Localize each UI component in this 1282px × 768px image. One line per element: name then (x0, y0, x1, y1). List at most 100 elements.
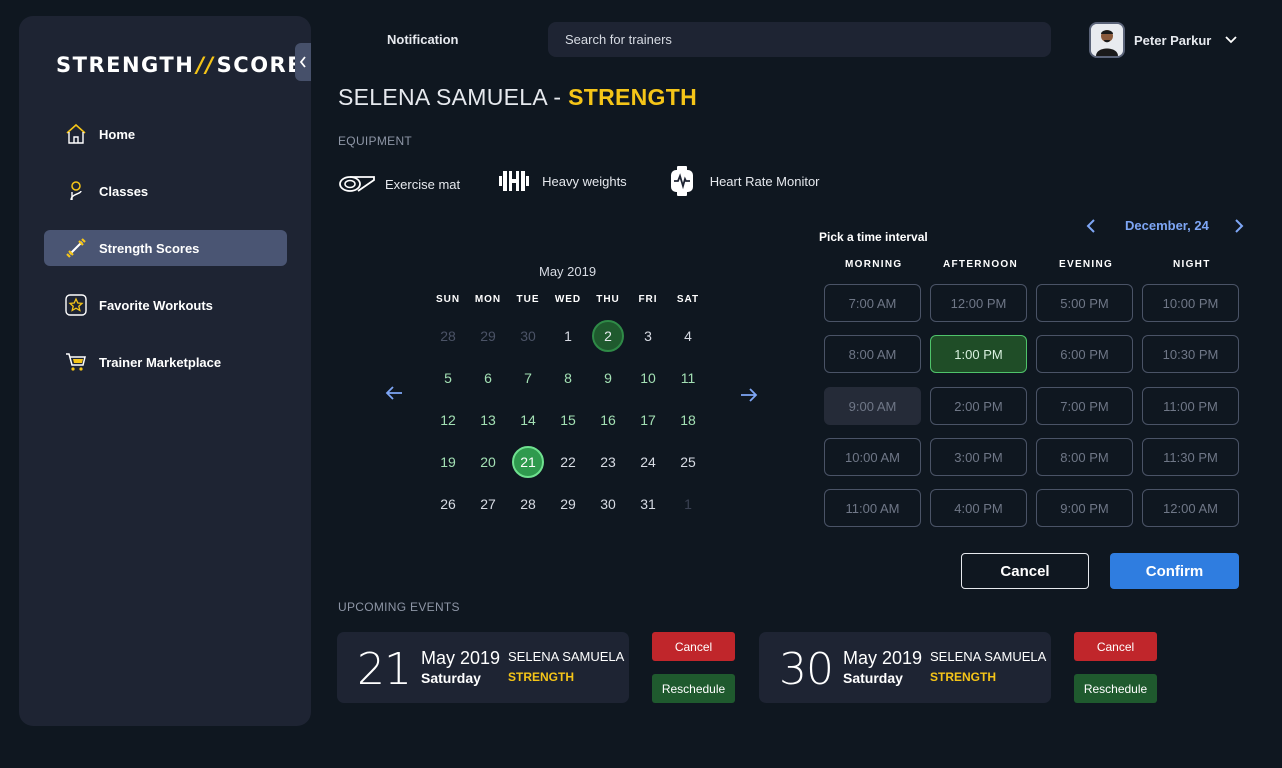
calendar-prev-button[interactable] (383, 382, 405, 404)
cancel-button[interactable]: Cancel (961, 553, 1089, 589)
time-slot[interactable]: 3:00 PM (930, 438, 1027, 476)
equipment-label: Heavy weights (542, 173, 627, 189)
page-title: SELENA SAMUELA - STRENGTH (338, 84, 697, 111)
time-slot[interactable]: 12:00 PM (930, 284, 1027, 322)
calendar-weekday: SUN (435, 294, 461, 305)
calendar-day[interactable]: 26 (428, 483, 468, 525)
time-slot[interactable]: 7:00 AM (824, 284, 921, 322)
event-reschedule-button[interactable]: Reschedule (1074, 674, 1157, 703)
calendar-day[interactable]: 22 (548, 441, 588, 483)
calendar-day[interactable]: 10 (628, 357, 668, 399)
calendar-next-button[interactable] (738, 384, 760, 406)
search-input[interactable] (548, 22, 1051, 57)
calendar-day[interactable]: 8 (548, 357, 588, 399)
time-slot[interactable]: 10:00 AM (824, 438, 921, 476)
time-slot[interactable]: 12:00 AM (1142, 489, 1239, 527)
event-cancel-button[interactable]: Cancel (652, 632, 735, 661)
equipment-label: EQUIPMENT (338, 134, 413, 148)
calendar-day[interactable]: 23 (588, 441, 628, 483)
calendar-day[interactable]: 18 (668, 399, 708, 441)
calendar-day[interactable]: 16 (588, 399, 628, 441)
time-slot[interactable]: 2:00 PM (930, 387, 1027, 425)
calendar-day-number: 17 (640, 412, 656, 428)
calendar-day[interactable]: 15 (548, 399, 588, 441)
equipment-label: Heart Rate Monitor (709, 173, 820, 189)
time-slot[interactable]: 6:00 PM (1036, 335, 1133, 373)
sidebar-item-label: Favorite Workouts (99, 297, 213, 313)
calendar-day-number: 30 (600, 496, 616, 512)
calendar-day[interactable]: 2 (588, 315, 628, 357)
calendar-day-number: 2 (592, 320, 624, 352)
calendar-day[interactable]: 21 (508, 441, 548, 483)
calendar-day: 1 (668, 483, 708, 525)
time-slot[interactable]: 5:00 PM (1036, 284, 1133, 322)
calendar-day[interactable]: 24 (628, 441, 668, 483)
calendar-day[interactable]: 7 (508, 357, 548, 399)
time-slot[interactable]: 11:00 AM (824, 489, 921, 527)
chevron-right-icon[interactable] (1233, 218, 1245, 234)
event-weekday: Saturday (843, 670, 903, 686)
event-reschedule-button[interactable]: Reschedule (652, 674, 735, 703)
user-menu[interactable]: Peter Parkur (1089, 22, 1237, 58)
app-logo[interactable]: STRENGTH//SCORE (56, 53, 303, 77)
user-name: Peter Parkur (1134, 32, 1212, 48)
time-slot[interactable]: 8:00 AM (824, 335, 921, 373)
sidebar-collapse-button[interactable] (295, 43, 311, 81)
calendar-day[interactable]: 3 (628, 315, 668, 357)
avatar (1089, 22, 1125, 58)
calendar-week-row: 5 6 7 8 9 10 11 (428, 357, 708, 399)
calendar-day[interactable]: 29 (548, 483, 588, 525)
calendar-day-number: 16 (600, 412, 616, 428)
calendar-day[interactable]: 28 (508, 483, 548, 525)
calendar-day[interactable]: 6 (468, 357, 508, 399)
upcoming-events-label: UPCOMING EVENTS (338, 600, 460, 614)
event-cancel-button[interactable]: Cancel (1074, 632, 1157, 661)
calendar-day[interactable]: 1 (548, 315, 588, 357)
chevron-left-icon[interactable] (1085, 218, 1097, 234)
time-slot[interactable]: 4:00 PM (930, 489, 1027, 527)
chevron-down-icon[interactable] (1225, 36, 1237, 44)
calendar-day[interactable]: 4 (668, 315, 708, 357)
event-class: STRENGTH (930, 670, 996, 684)
sidebar-item-strength-scores[interactable]: Strength Scores (44, 230, 287, 266)
calendar-day-number: 10 (640, 370, 656, 386)
time-slot[interactable]: 8:00 PM (1036, 438, 1133, 476)
time-slot[interactable]: 11:00 PM (1142, 387, 1239, 425)
calendar-day[interactable]: 30 (588, 483, 628, 525)
calendar-day[interactable]: 27 (468, 483, 508, 525)
sidebar-item-label: Trainer Marketplace (99, 354, 222, 370)
calendar-day-number: 18 (680, 412, 696, 428)
confirm-button[interactable]: Confirm (1110, 553, 1239, 589)
calendar-day-number: 19 (440, 454, 456, 470)
time-slot[interactable]: 11:30 PM (1142, 438, 1239, 476)
calendar-day[interactable]: 11 (668, 357, 708, 399)
time-slot[interactable]: 7:00 PM (1036, 387, 1133, 425)
notification-link[interactable]: Notification (387, 32, 459, 47)
calendar-day[interactable]: 20 (468, 441, 508, 483)
calendar-day[interactable]: 31 (628, 483, 668, 525)
time-slot[interactable]: 10:30 PM (1142, 335, 1239, 373)
calendar-day[interactable]: 9 (588, 357, 628, 399)
calendar-week-row: 19 20 21 22 23 24 25 (428, 441, 708, 483)
time-slot[interactable]: 9:00 PM (1036, 489, 1133, 527)
time-slot[interactable]: 10:00 PM (1142, 284, 1239, 322)
calendar-day[interactable]: 19 (428, 441, 468, 483)
calendar-month-label: May 2019 (539, 264, 597, 279)
calendar-day[interactable]: 17 (628, 399, 668, 441)
event-trainer: SELENA SAMUELA (930, 649, 1047, 664)
sidebar-item-favorite-workouts[interactable]: Favorite Workouts (44, 287, 287, 323)
time-slot[interactable]: 1:00 PM (930, 335, 1027, 373)
calendar-day-number: 23 (600, 454, 616, 470)
calendar-day[interactable]: 13 (468, 399, 508, 441)
sidebar-item-home[interactable]: Home (44, 116, 287, 152)
sidebar-item-classes[interactable]: Classes (44, 173, 287, 209)
calendar-day[interactable]: 12 (428, 399, 468, 441)
sidebar-item-trainer-marketplace[interactable]: Trainer Marketplace (44, 344, 287, 380)
calendar-day[interactable]: 25 (668, 441, 708, 483)
calendar-day[interactable]: 5 (428, 357, 468, 399)
calendar-day-number: 30 (520, 328, 536, 344)
calendar-weekday: TUE (516, 294, 540, 305)
calendar-day-number: 12 (440, 412, 456, 428)
event-month: May 2019 (421, 648, 501, 668)
calendar-day[interactable]: 14 (508, 399, 548, 441)
